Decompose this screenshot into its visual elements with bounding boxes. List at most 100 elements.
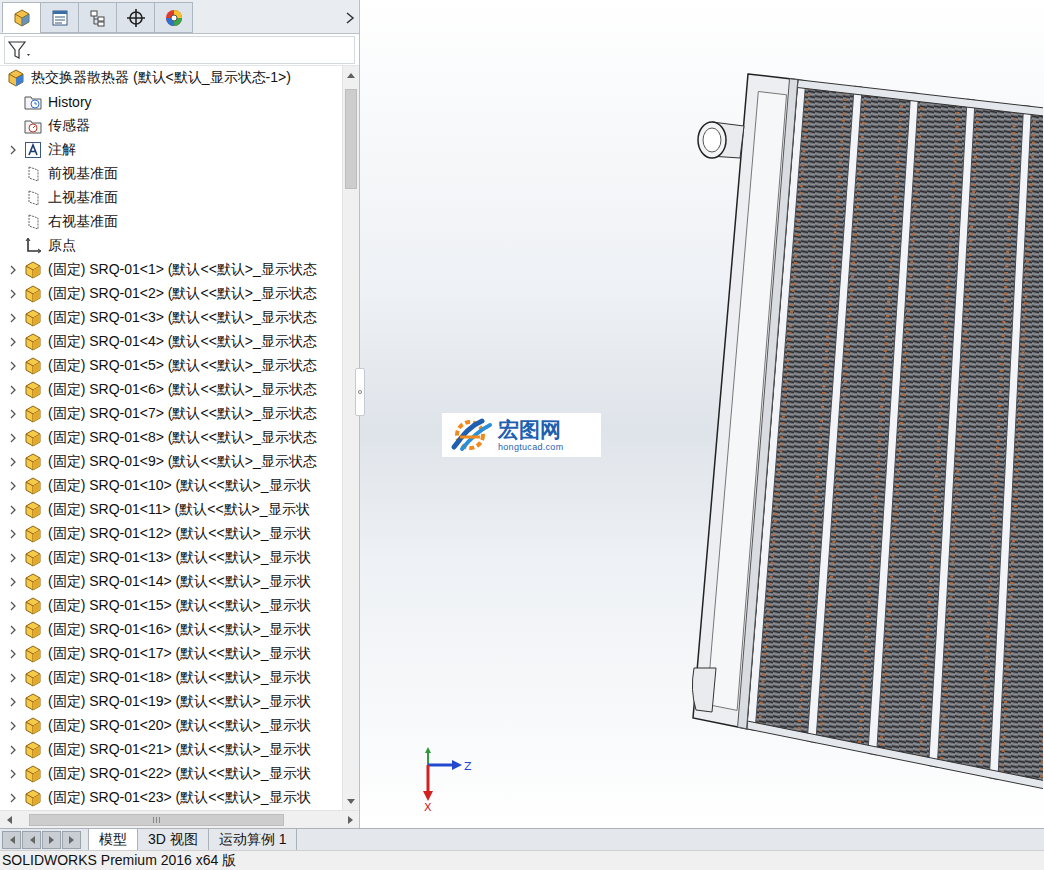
expand-arrow-icon[interactable] <box>9 409 17 419</box>
tree-item[interactable]: (固定) SRQ-01<12> (默认<<默认>_显示状 <box>0 522 342 546</box>
panel-tab[interactable] <box>2 2 41 33</box>
horizontal-scrollbar[interactable] <box>0 810 359 828</box>
scroll-right-icon[interactable] <box>348 816 354 824</box>
tree-arrow[interactable] <box>6 191 20 205</box>
tree-item[interactable]: (固定) SRQ-01<19> (默认<<默认>_显示状 <box>0 690 342 714</box>
expand-arrow-icon[interactable] <box>9 457 17 467</box>
tree-arrow[interactable] <box>6 215 20 229</box>
scroll-up[interactable] <box>343 66 359 83</box>
expand-arrow-icon[interactable] <box>9 625 17 635</box>
expand-arrow-icon[interactable] <box>9 601 17 611</box>
bottom-tab[interactable]: 模型 <box>88 829 138 850</box>
expand-arrow-icon[interactable] <box>9 577 17 587</box>
panel-tab[interactable] <box>40 2 79 33</box>
scroll-thumb[interactable] <box>345 89 357 189</box>
tree-item[interactable]: (固定) SRQ-01<20> (默认<<默认>_显示状 <box>0 714 342 738</box>
expand-arrow-icon[interactable] <box>9 265 17 275</box>
tree-arrow[interactable] <box>6 503 20 517</box>
tree-item[interactable]: (固定) SRQ-01<3> (默认<<默认>_显示状态 <box>0 306 342 330</box>
panel-tab[interactable] <box>154 2 193 33</box>
scroll-right[interactable] <box>342 811 359 828</box>
scroll-left[interactable] <box>0 811 17 828</box>
scroll-down-icon[interactable] <box>347 799 355 805</box>
tree-item[interactable]: (固定) SRQ-01<18> (默认<<默认>_显示状 <box>0 666 342 690</box>
tree-item[interactable]: 前视基准面 <box>0 162 342 186</box>
expand-arrow-icon[interactable] <box>9 745 17 755</box>
scroll-left-icon[interactable] <box>6 816 12 824</box>
tree-arrow[interactable] <box>6 743 20 757</box>
expand-arrow-icon[interactable] <box>9 649 17 659</box>
tree-item[interactable]: (固定) SRQ-01<2> (默认<<默认>_显示状态 <box>0 282 342 306</box>
tree-item[interactable]: (固定) SRQ-01<4> (默认<<默认>_显示状态 <box>0 330 342 354</box>
expand-arrow-icon[interactable] <box>9 697 17 707</box>
tree-item[interactable]: (固定) SRQ-01<16> (默认<<默认>_显示状 <box>0 618 342 642</box>
tree-arrow[interactable] <box>6 695 20 709</box>
nav-right-icon[interactable] <box>48 836 56 844</box>
tree-item[interactable]: (固定) SRQ-01<13> (默认<<默认>_显示状 <box>0 546 342 570</box>
scroll-down[interactable] <box>343 793 359 810</box>
tree-arrow[interactable] <box>6 95 20 109</box>
tree-arrow[interactable] <box>6 527 20 541</box>
expand-arrow-icon[interactable] <box>9 505 17 515</box>
tree-arrow[interactable] <box>6 479 20 493</box>
expand-arrow-icon[interactable] <box>9 361 17 371</box>
tab-nav-button[interactable] <box>2 831 21 849</box>
tree-item[interactable]: (固定) SRQ-01<6> (默认<<默认>_显示状态 <box>0 378 342 402</box>
expand-arrow-icon[interactable] <box>9 289 17 299</box>
vertical-scrollbar[interactable] <box>342 66 359 810</box>
chevron-right-icon[interactable] <box>345 11 355 25</box>
hscroll-thumb[interactable] <box>29 814 284 826</box>
tree-arrow[interactable] <box>6 383 20 397</box>
tab-nav-button[interactable] <box>42 831 61 849</box>
panel-tab[interactable] <box>78 2 117 33</box>
tree-item[interactable]: 注解 <box>0 138 342 162</box>
nav-right-icon[interactable] <box>68 836 76 844</box>
tree-arrow[interactable] <box>6 239 20 253</box>
nav-left-icon[interactable] <box>28 836 36 844</box>
tree-arrow[interactable] <box>6 359 20 373</box>
tree-arrow[interactable] <box>6 647 20 661</box>
graphics-area[interactable]: 宏图网hongtucad.comZX <box>360 0 1044 828</box>
tree-arrow[interactable] <box>6 575 20 589</box>
expand-arrow-icon[interactable] <box>9 385 17 395</box>
tree-item[interactable]: History <box>0 90 342 114</box>
tree-item[interactable]: (固定) SRQ-01<5> (默认<<默认>_显示状态 <box>0 354 342 378</box>
tree-arrow[interactable] <box>6 287 20 301</box>
tree-item[interactable]: (固定) SRQ-01<21> (默认<<默认>_显示状 <box>0 738 342 762</box>
axis-triad[interactable]: ZX <box>400 745 480 813</box>
tree-item[interactable]: (固定) SRQ-01<22> (默认<<默认>_显示状 <box>0 762 342 786</box>
tree-arrow[interactable] <box>6 263 20 277</box>
tree-arrow[interactable] <box>6 143 20 157</box>
tree-item[interactable]: (固定) SRQ-01<7> (默认<<默认>_显示状态 <box>0 402 342 426</box>
tree-item[interactable]: (固定) SRQ-01<9> (默认<<默认>_显示状态 <box>0 450 342 474</box>
expand-arrow-icon[interactable] <box>9 673 17 683</box>
tree-arrow[interactable] <box>6 119 20 133</box>
tree-arrow[interactable] <box>6 767 20 781</box>
filter-box[interactable] <box>4 36 355 64</box>
filter-icon[interactable] <box>7 39 33 61</box>
tree-item[interactable]: (固定) SRQ-01<17> (默认<<默认>_显示状 <box>0 642 342 666</box>
tree-item[interactable]: 传感器 <box>0 114 342 138</box>
scroll-up-icon[interactable] <box>347 72 355 78</box>
tree-item[interactable]: (固定) SRQ-01<8> (默认<<默认>_显示状态 <box>0 426 342 450</box>
tree-item[interactable]: 原点 <box>0 234 342 258</box>
tab-nav-button[interactable] <box>62 831 81 849</box>
tree-arrow[interactable] <box>6 719 20 733</box>
tree-item[interactable]: (固定) SRQ-01<11> (默认<<默认>_显示状 <box>0 498 342 522</box>
tree-item[interactable]: 右视基准面 <box>0 210 342 234</box>
tree-item[interactable]: (固定) SRQ-01<23> (默认<<默认>_显示状 <box>0 786 342 810</box>
tree-arrow[interactable] <box>6 311 20 325</box>
expand-arrow-icon[interactable] <box>9 529 17 539</box>
tree-arrow[interactable] <box>6 623 20 637</box>
panel-tab[interactable] <box>116 2 155 33</box>
tree-arrow[interactable] <box>6 551 20 565</box>
tree-item[interactable]: (固定) SRQ-01<15> (默认<<默认>_显示状 <box>0 594 342 618</box>
expand-arrow-icon[interactable] <box>9 721 17 731</box>
tree-item[interactable]: 上视基准面 <box>0 186 342 210</box>
bottom-tab[interactable]: 3D 视图 <box>138 829 209 850</box>
expand-arrow-icon[interactable] <box>9 793 17 803</box>
tree-arrow[interactable] <box>6 167 20 181</box>
tree-item[interactable]: (固定) SRQ-01<1> (默认<<默认>_显示状态 <box>0 258 342 282</box>
tree-arrow[interactable] <box>6 407 20 421</box>
tree-arrow[interactable] <box>6 671 20 685</box>
